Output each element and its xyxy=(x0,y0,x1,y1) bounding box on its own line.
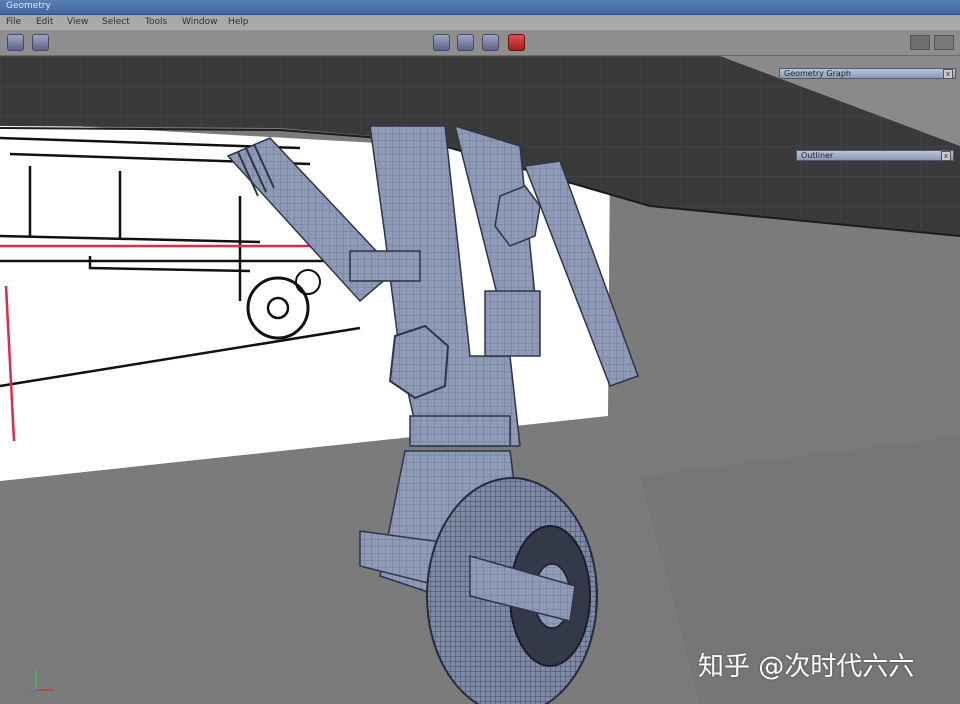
menu-tools[interactable]: Tools xyxy=(145,17,167,27)
outliner-title: Outliner xyxy=(801,151,834,160)
wireframe-cube-icon[interactable] xyxy=(457,34,474,51)
outliner-panel[interactable]: Outliner x xyxy=(796,150,954,161)
menu-help[interactable]: Help xyxy=(228,17,249,27)
window-titlebar: Geometry xyxy=(0,0,960,15)
shaded-cube-icon[interactable] xyxy=(433,34,450,51)
close-icon[interactable]: x xyxy=(943,69,953,79)
axis-gizmo-icon xyxy=(29,670,54,694)
close-icon[interactable]: x xyxy=(941,151,951,161)
menu-select[interactable]: Select xyxy=(102,17,130,27)
cube-icon[interactable] xyxy=(32,34,49,51)
window-title: Geometry xyxy=(6,1,51,11)
graph-icon[interactable] xyxy=(934,35,954,50)
cube-icon[interactable] xyxy=(7,34,24,51)
menu-window[interactable]: Window xyxy=(182,17,218,27)
red-cube-icon[interactable] xyxy=(508,34,525,51)
3d-viewport[interactable]: Geometry Graph x Outliner x xyxy=(0,56,960,704)
toolbar xyxy=(0,31,960,56)
menu-file[interactable]: File xyxy=(6,17,21,27)
menu-bar: File Edit View Select Tools Window Help xyxy=(0,15,960,31)
layout-icon[interactable] xyxy=(910,35,930,50)
geometry-graph-title: Geometry Graph xyxy=(784,69,851,78)
menu-view[interactable]: View xyxy=(67,17,88,27)
menu-edit[interactable]: Edit xyxy=(36,17,53,27)
smooth-cube-icon[interactable] xyxy=(482,34,499,51)
watermark-text: 知乎 @次时代六六 xyxy=(698,652,915,682)
geometry-graph-panel[interactable]: Geometry Graph x xyxy=(779,68,956,79)
